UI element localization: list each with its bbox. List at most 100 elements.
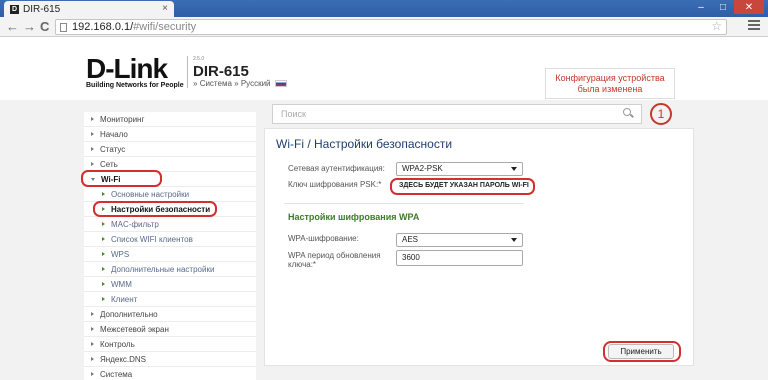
arrow-right-icon (91, 147, 94, 151)
sidebar-item-label: WMM (111, 279, 132, 289)
sidebar-subitem-basic[interactable]: Основные настройки (84, 187, 256, 202)
sidebar-item-label: Сеть (100, 159, 118, 169)
sidebar-item-label: MAC-фильтр (111, 219, 159, 229)
arrow-right-icon (102, 282, 105, 286)
sidebar-item-label: WPS (111, 249, 130, 259)
wpa-section-title: Настройки шифрования WPA (288, 212, 420, 222)
reload-icon[interactable]: C (40, 19, 49, 34)
wpa-encryption-label: WPA-шифрование: (288, 234, 359, 243)
header-links: » Система » Русский (193, 79, 287, 88)
dlink-logo: D-Link Building Networks for People (86, 53, 184, 90)
auth-select[interactable]: WPA2-PSK (396, 162, 523, 176)
forward-arrow-icon[interactable]: → (23, 19, 36, 34)
sidebar-item-label: Мониторинг (100, 114, 145, 124)
arrow-right-icon (91, 342, 94, 346)
tab-close-icon[interactable]: × (162, 3, 168, 14)
logo-text: D-Link (86, 53, 168, 84)
config-changed-notice[interactable]: Конфигурация устройства была изменена (545, 68, 675, 99)
arrow-right-icon (102, 267, 105, 271)
browser-toolbar: ← → C 192.168.0.1/#wifi/security ☆ (0, 17, 768, 37)
wifi-highlight-outline (81, 170, 162, 187)
firmware-version: 2.5.0 (193, 56, 205, 62)
sidebar-item-label: Яндекс.DNS (100, 354, 147, 364)
arrow-right-icon (91, 357, 94, 361)
wpa-period-label-line2: ключа:* (288, 260, 317, 269)
arrow-right-icon (91, 132, 94, 136)
sidebar-item-yandex-dns[interactable]: Яндекс.DNS (84, 352, 256, 367)
link-marker: » (193, 79, 198, 88)
sidebar-subitem-client[interactable]: Клиент (84, 292, 256, 307)
address-host: 192.168.0.1/ (72, 21, 134, 33)
search-placeholder: Поиск (281, 109, 306, 119)
wpa-period-input[interactable]: 3600 (396, 250, 523, 266)
logo-tagline: Building Networks for People (86, 82, 184, 89)
sidebar-menu: Мониторинг Начало Статус Сеть Wi-Fi Осно… (84, 112, 256, 380)
arrow-right-icon (91, 162, 94, 166)
sidebar-item-control[interactable]: Контроль (84, 337, 256, 352)
back-arrow-icon[interactable]: ← (6, 19, 19, 34)
sidebar-item-start[interactable]: Начало (84, 127, 256, 142)
sidebar-item-label: Дополнительные настройки (111, 264, 215, 274)
russian-flag-icon (274, 80, 287, 88)
sidebar-item-label: Основные настройки (111, 189, 190, 199)
sidebar-item-monitoring[interactable]: Мониторинг (84, 112, 256, 127)
search-input[interactable]: Поиск (272, 104, 642, 124)
sidebar-item-label: Статус (100, 144, 126, 154)
section-divider (284, 203, 524, 204)
sidebar-item-firewall[interactable]: Межсетевой экран (84, 322, 256, 337)
wpa-encryption-value: AES (402, 235, 419, 244)
arrow-right-icon (102, 237, 105, 241)
apply-highlight-outline (603, 341, 681, 362)
system-link[interactable]: Система (200, 79, 232, 88)
sidebar-item-advanced[interactable]: Дополнительно (84, 307, 256, 322)
wpa-period-label-line1: WPA период обновления (288, 251, 381, 260)
language-link[interactable]: Русский (241, 79, 271, 88)
arrow-right-icon (102, 252, 105, 256)
header-divider (187, 56, 188, 88)
sidebar-item-label: Клиент (111, 294, 138, 304)
arrow-right-icon (102, 222, 105, 226)
page-icon (60, 23, 67, 32)
browser-menu-icon[interactable] (748, 20, 760, 32)
minimize-icon[interactable]: – (690, 0, 712, 14)
psk-highlight-outline (390, 178, 535, 195)
bookmark-star-icon[interactable]: ☆ (711, 19, 722, 33)
address-path: #wifi/security (133, 21, 197, 33)
browser-tabstrip: D DIR-615 × – □ ✕ (0, 0, 768, 17)
sidebar-item-label: Начало (100, 129, 128, 139)
link-marker: » (234, 79, 239, 88)
arrow-right-icon (91, 117, 94, 121)
sidebar-subitem-wifi-clients[interactable]: Список WIFI клиентов (84, 232, 256, 247)
browser-tab[interactable]: D DIR-615 × (4, 1, 174, 17)
arrow-right-icon (102, 297, 105, 301)
wpa-period-label: WPA период обновления ключа:* (288, 251, 381, 269)
security-highlight-outline (93, 201, 217, 217)
page-title: Wi-Fi / Настройки безопасности (276, 137, 453, 151)
dropdown-caret-icon (511, 167, 517, 171)
maximize-icon[interactable]: □ (712, 0, 734, 14)
sidebar-subitem-wps[interactable]: WPS (84, 247, 256, 262)
sidebar-subitem-wmm[interactable]: WMM (84, 277, 256, 292)
wpa-encryption-select[interactable]: AES (396, 233, 523, 247)
sidebar-item-system[interactable]: Система (84, 367, 256, 380)
psk-label: Ключ шифрования PSK:* (288, 180, 382, 189)
window-close-icon[interactable]: ✕ (734, 0, 764, 14)
arrow-right-icon (102, 192, 105, 196)
sidebar-subitem-mac-filter[interactable]: MAC-фильтр (84, 217, 256, 232)
sidebar-item-status[interactable]: Статус (84, 142, 256, 157)
dropdown-caret-icon (511, 238, 517, 242)
sidebar-item-label: Контроль (100, 339, 135, 349)
arrow-right-icon (91, 372, 94, 376)
address-bar[interactable]: 192.168.0.1/#wifi/security ☆ (55, 19, 727, 35)
arrow-right-icon (91, 327, 94, 331)
notification-counter[interactable]: 1 (650, 103, 672, 125)
tab-title: DIR-615 (23, 3, 61, 15)
arrow-right-icon (91, 312, 94, 316)
dlink-favicon-icon: D (10, 4, 19, 14)
auth-label: Сетевая аутентификация: (288, 164, 385, 173)
sidebar-subitem-advanced[interactable]: Дополнительные настройки (84, 262, 256, 277)
sidebar-item-label: Система (100, 369, 133, 379)
sidebar-item-label: Дополнительно (100, 309, 158, 319)
search-icon[interactable] (623, 108, 633, 118)
sidebar-item-label: Межсетевой экран (100, 324, 169, 334)
